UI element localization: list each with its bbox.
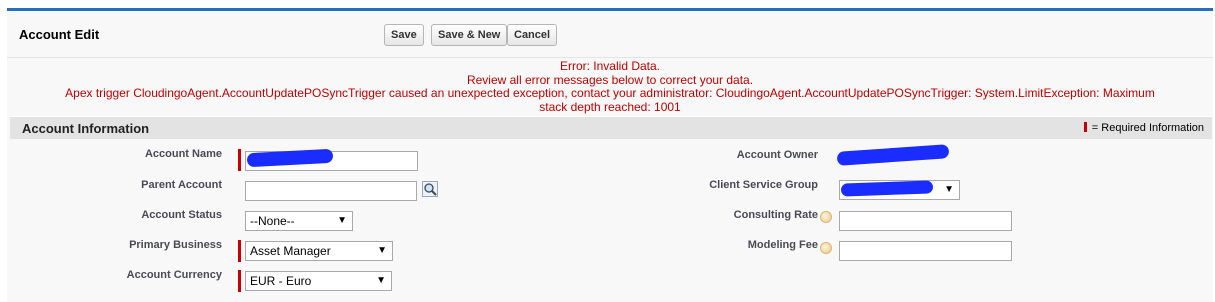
error-detail-line-continued: stack depth reached: 1001: [539, 99, 681, 114]
error-title: Error: Invalid Data.: [559, 59, 661, 73]
client-service-group-label: Client Service Group: [709, 179, 818, 191]
account-name-label: Account Name: [144, 148, 222, 160]
error-detail-line: Apex trigger CloudingoAgent.AccountUpdat…: [65, 86, 1155, 100]
account-status-select[interactable]: --None-- ▼: [245, 211, 353, 231]
page-title: Account Edit: [19, 27, 100, 42]
consulting-rate-label: Consulting Rate: [733, 209, 818, 221]
account-status-value: --None--: [250, 214, 295, 228]
consulting-rate-input[interactable]: [839, 211, 1012, 231]
cancel-button[interactable]: Cancel: [507, 24, 558, 46]
save-button[interactable]: Save: [384, 24, 424, 46]
redaction-scribble: [836, 144, 950, 166]
required-legend: = Required Information: [1083, 122, 1204, 134]
account-status-label: Account Status: [141, 209, 222, 221]
chevron-down-icon: ▼: [376, 275, 386, 286]
error-review-message: Review all error messages below to corre…: [466, 72, 754, 87]
required-indicator: [238, 149, 241, 171]
account-edit-panel: Account Edit Save Save & New Cancel Erro…: [7, 8, 1213, 302]
required-marker-icon: [1083, 122, 1087, 132]
account-currency-label: Account Currency: [126, 269, 222, 281]
modeling-fee-label: Modeling Fee: [747, 239, 818, 251]
section-title: Account Information: [22, 121, 150, 136]
error-message-block: Error: Invalid Data. Review all error me…: [7, 59, 1213, 114]
chevron-down-icon: ▼: [944, 184, 954, 195]
magnifier-lookup-icon[interactable]: [422, 181, 438, 197]
info-bubble-icon[interactable]: [820, 242, 832, 254]
parent-account-label: Parent Account: [141, 179, 222, 191]
primary-business-value: Asset Manager: [250, 244, 331, 258]
section-header: Account Information = Required Informati…: [10, 116, 1212, 139]
save-and-new-button[interactable]: Save & New: [431, 24, 508, 46]
account-currency-select[interactable]: EUR - Euro ▼: [245, 271, 392, 291]
required-indicator: [238, 240, 241, 262]
page-header: Account Edit Save Save & New Cancel: [7, 11, 1213, 58]
primary-business-select[interactable]: Asset Manager ▼: [245, 241, 393, 261]
required-indicator: [238, 270, 241, 292]
chevron-down-icon: ▼: [337, 215, 347, 226]
required-legend-label: = Required Information: [1091, 122, 1204, 134]
chevron-down-icon: ▼: [377, 245, 387, 256]
account-currency-value: EUR - Euro: [250, 274, 312, 288]
account-owner-label: Account Owner: [736, 149, 818, 161]
info-bubble-icon[interactable]: [820, 211, 832, 223]
parent-account-input[interactable]: [245, 181, 417, 201]
primary-business-label: Primary Business: [129, 239, 222, 251]
modeling-fee-input[interactable]: [839, 241, 1012, 261]
